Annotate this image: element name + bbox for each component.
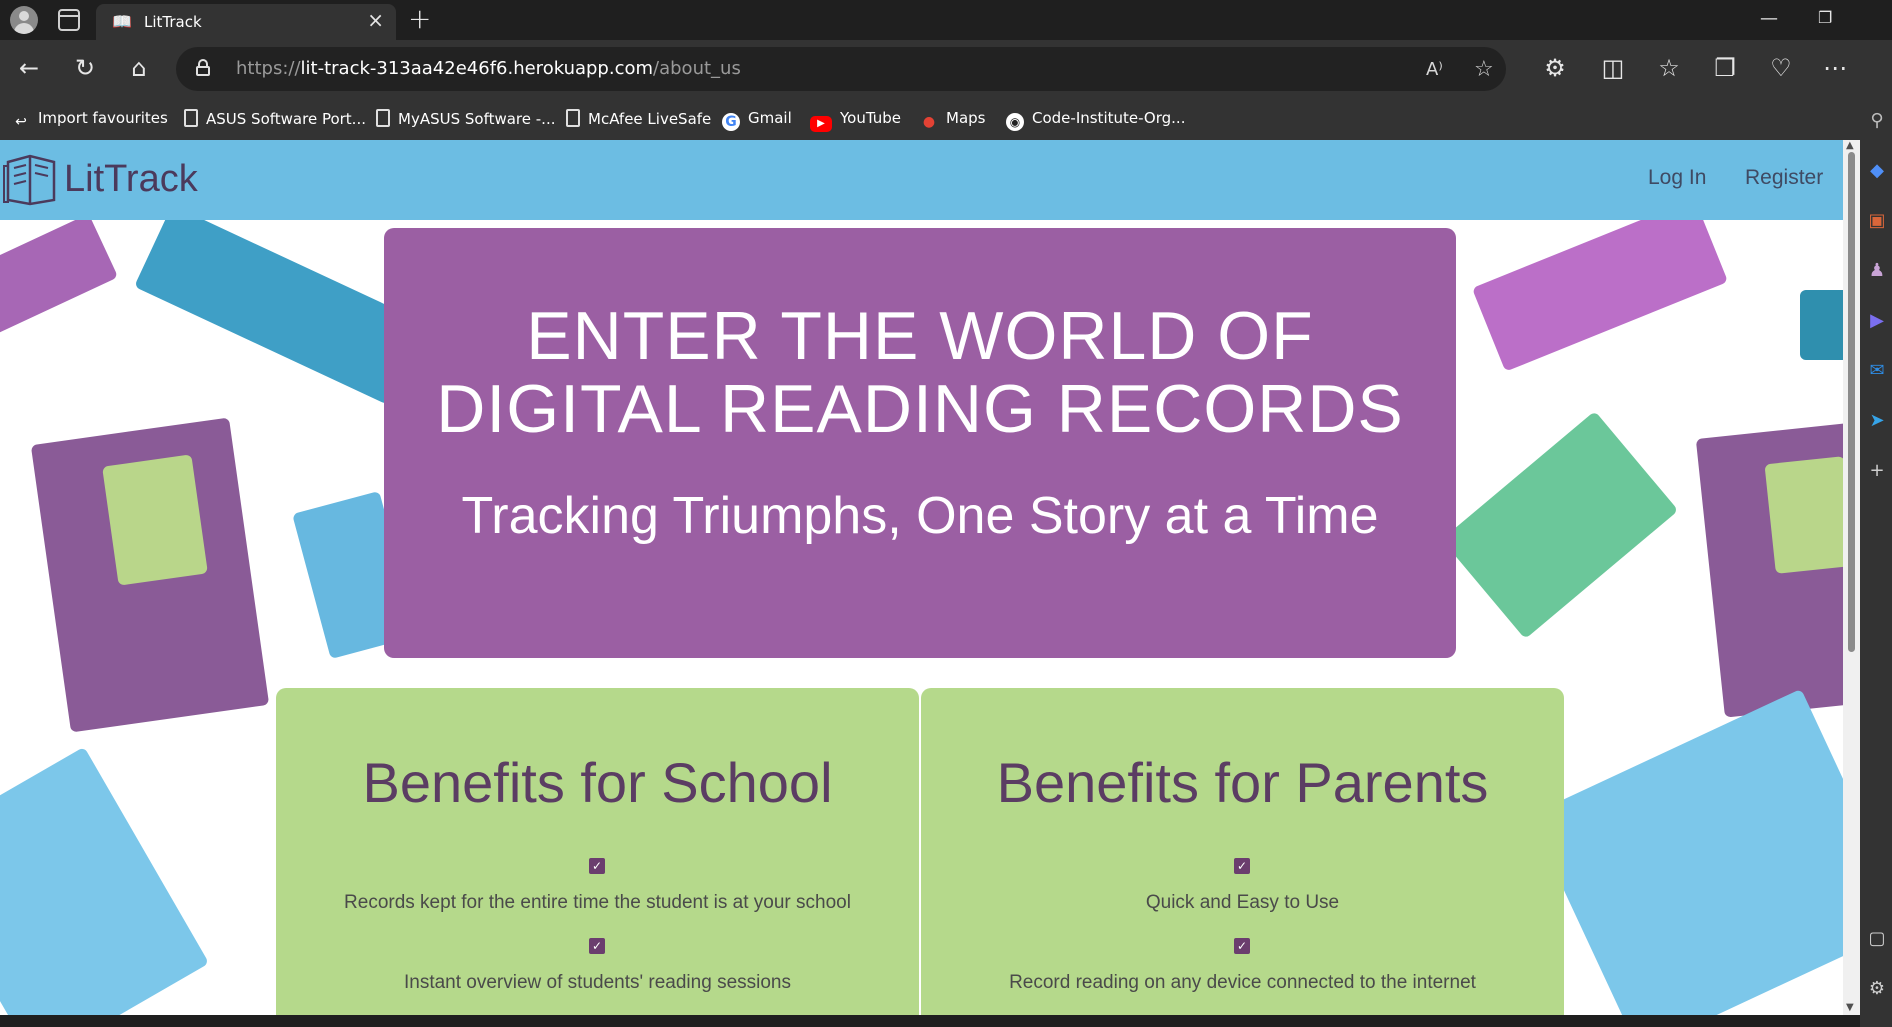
hero-banner: ENTER THE WORLD OF DIGITAL READING RECOR… bbox=[384, 228, 1456, 658]
book-logo-icon bbox=[3, 154, 56, 206]
bookmark-label: YouTube bbox=[840, 109, 901, 127]
url-text[interactable]: https://lit-track-313aa42e46f6.herokuapp… bbox=[236, 58, 741, 79]
bookmark-label: ASUS Software Port... bbox=[206, 110, 366, 128]
bookmark-gmail[interactable]: G Gmail bbox=[722, 109, 792, 131]
document-icon bbox=[184, 109, 198, 127]
site-navbar: LitTrack Log In Register bbox=[0, 140, 1843, 220]
bookmarks-bar: ↩ Import favourites ASUS Software Port...… bbox=[0, 98, 1892, 140]
back-icon[interactable]: ← bbox=[14, 54, 44, 82]
scrollbar-thumb[interactable] bbox=[1848, 152, 1855, 652]
page-viewport: LitTrack Log In Register ENTER THE WORLD… bbox=[0, 140, 1843, 1015]
bookmark-label: Maps bbox=[946, 109, 986, 127]
card-title: Benefits for Parents bbox=[996, 751, 1489, 814]
refresh-icon[interactable]: ↻ bbox=[70, 54, 100, 82]
checkbox-icon: ✓ bbox=[1234, 858, 1250, 874]
document-icon bbox=[566, 109, 580, 127]
checkbox-icon: ✓ bbox=[589, 938, 605, 954]
hero-heading: ENTER THE WORLD OF DIGITAL READING RECOR… bbox=[436, 298, 1404, 447]
browser-tab[interactable]: 📖 LitTrack × bbox=[96, 4, 396, 40]
bookmark-maps[interactable]: ● Maps bbox=[920, 109, 986, 131]
benefit-item: Quick and Easy to Use bbox=[1145, 892, 1340, 913]
lock-icon[interactable] bbox=[196, 59, 210, 76]
scroll-down-icon[interactable]: ▼ bbox=[1846, 1002, 1854, 1013]
github-icon: ◉ bbox=[1006, 113, 1024, 131]
maps-icon: ● bbox=[922, 114, 936, 130]
document-icon bbox=[376, 109, 390, 127]
close-tab-icon[interactable]: × bbox=[367, 10, 384, 30]
split-screen-icon[interactable]: ◫ bbox=[1598, 54, 1628, 82]
profile-avatar[interactable] bbox=[10, 6, 38, 34]
import-icon: ↩ bbox=[15, 114, 27, 130]
tab-actions-icon[interactable] bbox=[58, 9, 80, 31]
url-scheme: https:// bbox=[236, 58, 301, 79]
youtube-icon: ▶ bbox=[810, 116, 832, 132]
browser-essentials-icon[interactable]: ♡ bbox=[1766, 54, 1796, 82]
brand-name: LitTrack bbox=[64, 158, 198, 200]
card-title: Benefits for School bbox=[362, 751, 833, 814]
register-link[interactable]: Register bbox=[1745, 166, 1823, 190]
games-icon[interactable]: ▶ bbox=[1866, 310, 1888, 332]
benefits-parents-card: Benefits for Parents ✓ Quick and Easy to… bbox=[921, 688, 1564, 1015]
benefit-item: Record reading on any device connected t… bbox=[1009, 972, 1476, 993]
tab-strip: 📖 LitTrack × + — ❐ bbox=[0, 0, 1892, 40]
collections-icon[interactable]: ❐ bbox=[1710, 54, 1740, 82]
bookmark-label: MyASUS Software -... bbox=[398, 110, 556, 128]
bookmark-label: Code-Institute-Org... bbox=[1032, 109, 1186, 127]
new-tab-icon[interactable]: + bbox=[408, 4, 431, 34]
google-icon: G bbox=[722, 113, 740, 131]
url-host: lit-track-313aa42e46f6.herokuapp.com bbox=[300, 58, 654, 79]
home-icon[interactable]: ⌂ bbox=[124, 54, 154, 82]
favorite-star-icon[interactable]: ☆ bbox=[1474, 57, 1494, 82]
read-aloud-icon[interactable]: A⁾ bbox=[1426, 59, 1443, 80]
outlook-icon[interactable]: ✉ bbox=[1866, 360, 1888, 382]
scroll-up-icon[interactable]: ▲ bbox=[1846, 140, 1854, 151]
people-icon[interactable]: ♟ bbox=[1866, 260, 1888, 282]
bookmark-youtube[interactable]: ▶ YouTube bbox=[810, 109, 901, 132]
bookmark-myasus-software[interactable]: MyASUS Software -... bbox=[376, 109, 555, 128]
bookmark-label: McAfee LiveSafe bbox=[588, 110, 712, 128]
benefit-item: Records kept for the entire time the stu… bbox=[344, 892, 851, 913]
tab-title: LitTrack bbox=[144, 13, 202, 31]
checkbox-icon: ✓ bbox=[1234, 938, 1250, 954]
bookmark-label: Import favourites bbox=[38, 109, 168, 127]
benefits-school-card: Benefits for School ✓ Records kept for t… bbox=[276, 688, 919, 1015]
minimize-icon[interactable]: — bbox=[1760, 8, 1778, 29]
benefit-item: Instant overview of students' reading se… bbox=[403, 972, 791, 993]
settings-icon[interactable]: ⚙ bbox=[1866, 978, 1888, 1000]
tools-icon[interactable]: ▣ bbox=[1866, 210, 1888, 232]
book-favicon-icon: 📖 bbox=[112, 12, 132, 31]
bookmark-label: Gmail bbox=[748, 109, 792, 127]
copilot-icon[interactable]: ◆ bbox=[1866, 160, 1888, 182]
more-menu-icon[interactable]: ⋯ bbox=[1820, 54, 1850, 82]
url-path: /about_us bbox=[653, 58, 741, 79]
favorites-icon[interactable]: ☆ bbox=[1654, 54, 1684, 82]
bookmark-asus-software-portal[interactable]: ASUS Software Port... bbox=[184, 109, 366, 128]
login-link[interactable]: Log In bbox=[1648, 166, 1706, 190]
bookmark-mcafee-livesafe[interactable]: McAfee LiveSafe bbox=[566, 109, 711, 128]
edge-sidebar: ⚲ ◆ ▣ ♟ ▶ ✉ ➤ + ▢ ⚙ bbox=[1860, 98, 1892, 1027]
send-icon[interactable]: ➤ bbox=[1866, 410, 1888, 432]
bookmark-code-institute-org[interactable]: ◉ Code-Institute-Org... bbox=[1006, 109, 1185, 131]
panel-icon[interactable]: ▢ bbox=[1866, 928, 1888, 950]
search-icon[interactable]: ⚲ bbox=[1866, 110, 1888, 132]
address-bar[interactable]: https://lit-track-313aa42e46f6.herokuapp… bbox=[176, 47, 1506, 91]
add-icon[interactable]: + bbox=[1866, 460, 1888, 482]
extensions-icon[interactable]: ⚙ bbox=[1540, 54, 1570, 82]
page-scrollbar[interactable]: ▲ ▼ bbox=[1843, 140, 1860, 1015]
hero-tagline: Tracking Triumphs, One Story at a Time bbox=[461, 487, 1379, 545]
checkbox-icon: ✓ bbox=[589, 858, 605, 874]
bookmark-import-favourites[interactable]: ↩ Import favourites bbox=[12, 109, 168, 131]
browser-toolbar: ← ↻ ⌂ https://lit-track-313aa42e46f6.her… bbox=[0, 40, 1892, 98]
restore-icon[interactable]: ❐ bbox=[1818, 8, 1832, 27]
